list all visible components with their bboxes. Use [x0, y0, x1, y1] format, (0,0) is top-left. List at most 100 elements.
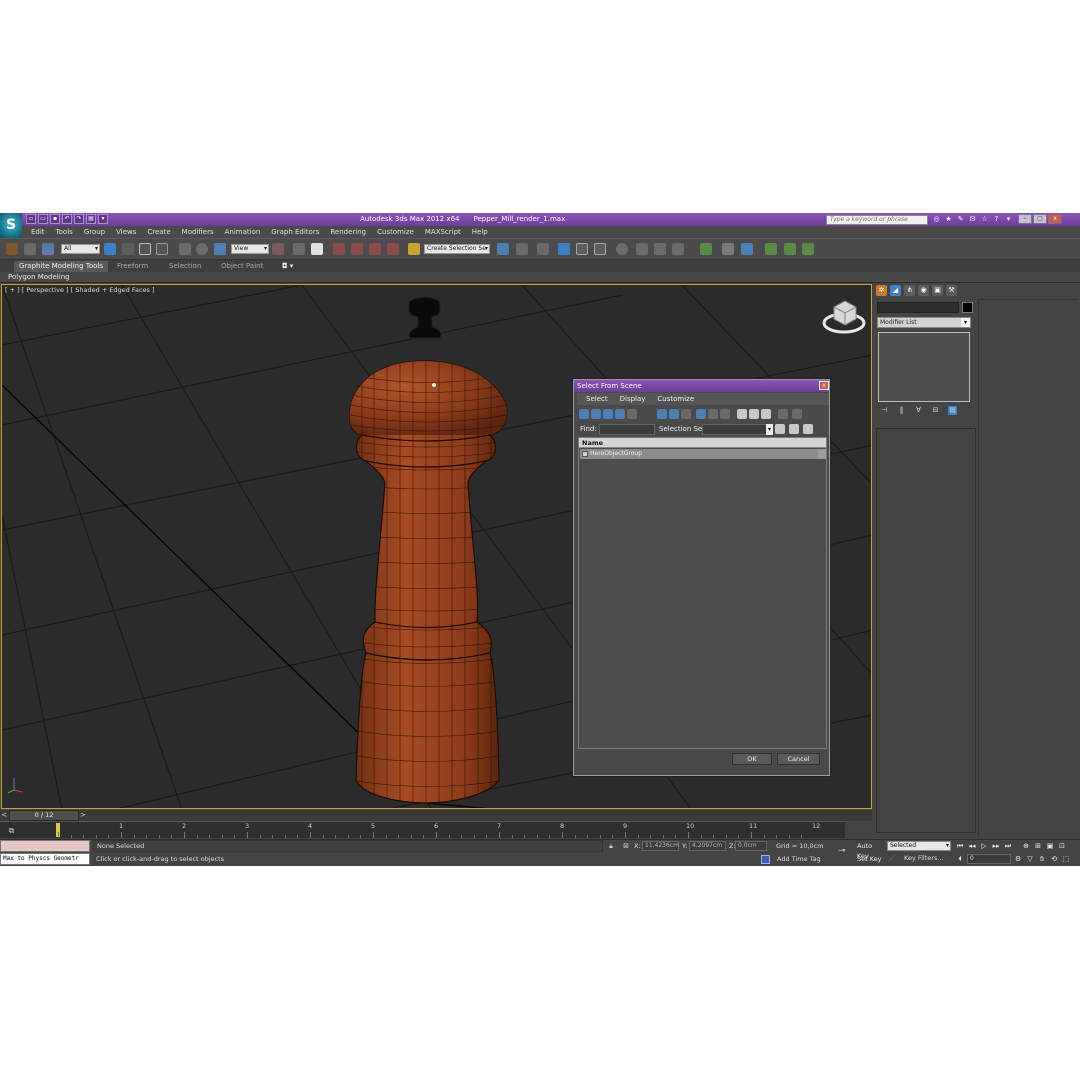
x-coordinate-field[interactable]: 11,4236cm: [642, 841, 679, 851]
modifier-stack[interactable]: [878, 332, 970, 402]
find-input[interactable]: [599, 424, 655, 435]
zoom-icon[interactable]: ⊕: [1021, 841, 1031, 851]
time-configuration-icon[interactable]: ⚙: [1013, 854, 1023, 864]
list-item[interactable]: HeroObjectGroup: [580, 449, 818, 459]
tab-object-paint[interactable]: Object Paint: [221, 261, 263, 272]
move-icon[interactable]: [179, 243, 191, 255]
keyboard-shortcut-icon[interactable]: [311, 243, 323, 255]
maxscript-listener-input[interactable]: [0, 840, 90, 852]
mini-curve-editor-icon[interactable]: ⧉: [6, 825, 17, 836]
filter-icon[interactable]: [778, 409, 788, 419]
dialog-menu-customize[interactable]: Customize: [657, 393, 694, 405]
select-all-icon[interactable]: [737, 409, 747, 419]
angle-snap-icon[interactable]: [351, 243, 363, 255]
maximize-button[interactable]: ▢: [1033, 214, 1047, 224]
display-groups-icon[interactable]: [669, 409, 679, 419]
display-containers-icon[interactable]: [708, 409, 718, 419]
save-icon[interactable]: ▪: [50, 214, 60, 224]
select-icon[interactable]: [104, 243, 116, 255]
tab-freeform[interactable]: Freeform: [117, 261, 148, 272]
time-slider-thumb[interactable]: 0 / 12: [9, 810, 79, 821]
selection-filter-select[interactable]: All: [61, 244, 100, 254]
material-editor-icon[interactable]: [616, 243, 628, 255]
named-selection-set-select[interactable]: Create Selection Se: [424, 244, 490, 254]
modifier-list-select[interactable]: Modifier List: [877, 317, 971, 328]
current-frame-field[interactable]: 0: [967, 854, 1011, 864]
pivot-icon[interactable]: [272, 243, 284, 255]
modify-tab-icon[interactable]: ◢: [890, 285, 901, 296]
ok-button[interactable]: OK: [732, 753, 772, 765]
physx-icon[interactable]: [765, 243, 777, 255]
key-filters-button[interactable]: Key Filters...: [904, 853, 952, 864]
zoom-all-icon[interactable]: ⊞: [1033, 841, 1043, 851]
hierarchy-tab-icon[interactable]: ⋔: [904, 285, 915, 296]
menu-modifiers[interactable]: Modifiers: [182, 226, 214, 238]
go-to-start-icon[interactable]: ⏮: [955, 841, 965, 851]
scene-explorer-icon[interactable]: [700, 243, 712, 255]
motion-tab-icon[interactable]: ◉: [918, 285, 929, 296]
ribbon-subpanel-label[interactable]: Polygon Modeling: [8, 272, 70, 283]
list-scrollbar[interactable]: [818, 449, 826, 459]
key-mode-select[interactable]: Selected: [887, 841, 951, 851]
search-input[interactable]: Type a keyword or phrase: [826, 215, 928, 225]
app-logo-icon[interactable]: S: [0, 213, 22, 238]
display-xrefs-icon[interactable]: [681, 409, 691, 419]
tools-icon[interactable]: ✎: [956, 214, 965, 224]
show-end-result-icon[interactable]: ‖: [897, 406, 906, 415]
mirror-icon[interactable]: [497, 243, 509, 255]
unlink-icon[interactable]: [24, 243, 36, 255]
display-cameras-icon[interactable]: [615, 409, 625, 419]
selection-set-select[interactable]: [702, 424, 770, 435]
open-icon[interactable]: ▭: [38, 214, 48, 224]
cancel-button[interactable]: Cancel: [777, 753, 820, 765]
rendered-frame-icon[interactable]: [654, 243, 666, 255]
utilities-tab-icon[interactable]: ⚒: [946, 285, 957, 296]
track-bar[interactable]: ⧉ 1 2 3 4 5 6 7 8 9 10 11 12: [0, 821, 845, 838]
display-bones-icon[interactable]: [696, 409, 706, 419]
undo-icon[interactable]: ↶: [62, 214, 72, 224]
make-unique-icon[interactable]: ∀: [914, 406, 923, 415]
chevron-down-icon[interactable]: ▾: [766, 424, 773, 435]
remove-from-set-icon[interactable]: [803, 424, 813, 434]
display-geometry-icon[interactable]: [579, 409, 589, 419]
menu-tools[interactable]: Tools: [56, 226, 73, 238]
zoom-extents-all-icon[interactable]: ⊡: [1057, 841, 1067, 851]
dialog-close-button[interactable]: x: [819, 381, 829, 390]
snap-icon[interactable]: [333, 243, 345, 255]
subscription-icon[interactable]: ★: [944, 214, 953, 224]
play-icon[interactable]: ▷: [979, 841, 989, 851]
viewport-label[interactable]: [ + ] [ Perspective ] [ Shaded + Edged F…: [5, 286, 155, 294]
time-tag-icon[interactable]: [761, 855, 770, 864]
display-frozen-icon[interactable]: [720, 409, 730, 419]
maximize-viewport-icon[interactable]: ⬚: [1061, 854, 1071, 864]
manipulate-icon[interactable]: [293, 243, 305, 255]
next-key-icon[interactable]: ▸▸: [991, 841, 1001, 851]
menu-views[interactable]: Views: [116, 226, 136, 238]
viewcube-icon[interactable]: [822, 300, 866, 334]
ribbon-options-icon[interactable]: ◘ ▾: [282, 261, 293, 272]
create-tab-icon[interactable]: ✲: [876, 285, 887, 296]
star-icon[interactable]: ☆: [980, 214, 989, 224]
graphite-toggle-icon[interactable]: [558, 243, 570, 255]
menu-edit[interactable]: Edit: [31, 226, 45, 238]
link-icon[interactable]: [6, 243, 18, 255]
orbit-icon[interactable]: ⟲: [1049, 854, 1059, 864]
redo-icon[interactable]: ↷: [74, 214, 84, 224]
menu-graph-editors[interactable]: Graph Editors: [271, 226, 319, 238]
go-to-end-icon[interactable]: ⏭: [1003, 841, 1013, 851]
percent-snap-icon[interactable]: [369, 243, 381, 255]
close-button[interactable]: x: [1048, 214, 1062, 224]
rect-region-icon[interactable]: [139, 243, 151, 255]
project-folder-icon[interactable]: ▤: [86, 214, 96, 224]
pan-icon[interactable]: ✋︎: [1037, 854, 1047, 864]
remove-modifier-icon[interactable]: ⊟: [931, 406, 940, 415]
minimize-button[interactable]: –: [1018, 214, 1032, 224]
hierarchy-icon[interactable]: [792, 409, 802, 419]
curve-editor-icon[interactable]: [576, 243, 588, 255]
display-lights-icon[interactable]: [603, 409, 613, 419]
set-key-button[interactable]: Set Key: [857, 854, 885, 864]
previous-key-icon[interactable]: ◂◂: [967, 841, 977, 851]
create-selection-set-icon[interactable]: [775, 424, 785, 434]
chevron-down-icon[interactable]: ▾: [1004, 214, 1013, 224]
select-by-name-icon[interactable]: [122, 243, 134, 255]
